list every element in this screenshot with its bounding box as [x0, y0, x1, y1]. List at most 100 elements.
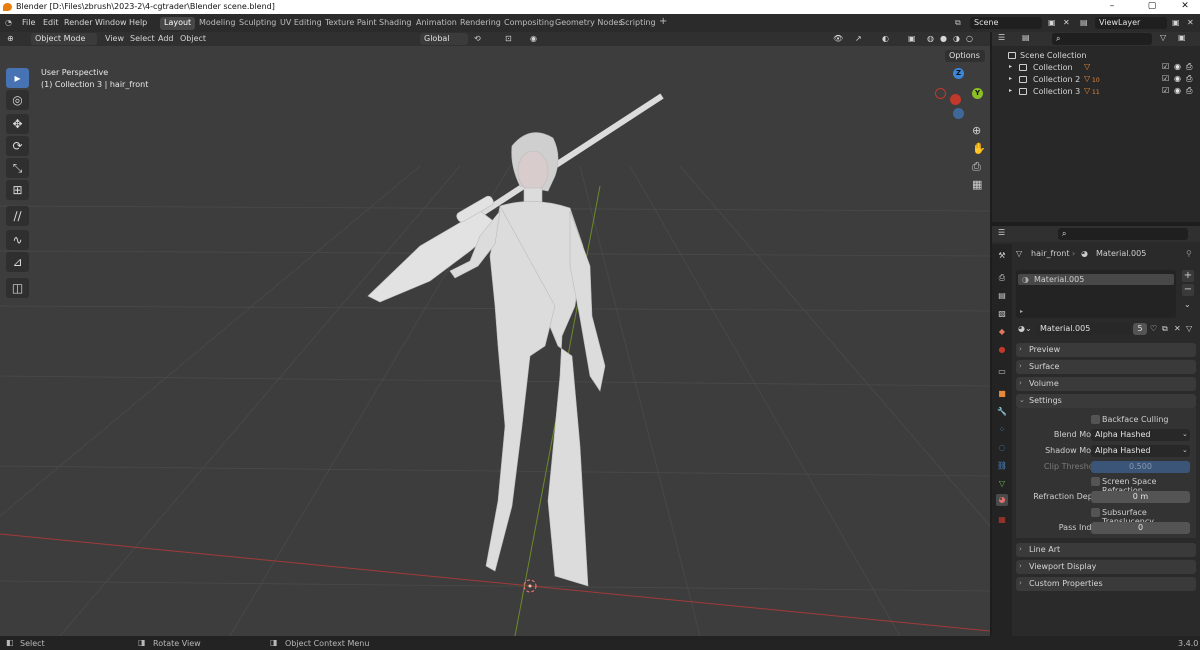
delete-scene-icon[interactable]: ✕ — [1063, 18, 1070, 27]
fake-user-icon[interactable]: ♡ — [1150, 324, 1157, 333]
outliner-item-collection[interactable]: ▸ Collection ▽ ☑ ◉ ⎙ — [996, 62, 1196, 74]
material-slot-list[interactable]: ◑ Material.005 ▸ — [1016, 270, 1176, 318]
modifier-tab-icon[interactable]: 🔧 — [996, 406, 1008, 418]
mode-selector[interactable]: Object Mode — [31, 33, 97, 45]
close-icon[interactable]: ✕ — [1170, 1, 1200, 11]
users-count[interactable]: 5 — [1133, 323, 1147, 335]
delete-viewlayer-icon[interactable]: ✕ — [1187, 18, 1194, 27]
properties-editor-icon[interactable]: ☰ — [998, 228, 1005, 237]
tool-tab-icon[interactable]: ⚒ — [996, 250, 1008, 262]
shadow-mode-select[interactable]: Alpha Hashed — [1091, 445, 1190, 457]
gizmo-neg-x-icon[interactable] — [935, 88, 946, 99]
tab-texture-paint[interactable]: Texture Paint — [321, 17, 381, 30]
expand-icon[interactable]: ▸ — [1009, 63, 1012, 70]
gizmo-y-icon[interactable]: Y — [972, 88, 983, 99]
menu-file[interactable]: File — [22, 18, 35, 27]
blend-mode-select[interactable]: Alpha Hashed — [1091, 429, 1190, 441]
subsurface-translucency-checkbox[interactable] — [1091, 508, 1100, 517]
annotate-tool[interactable]: ∕∕ — [6, 206, 29, 226]
3d-viewport[interactable]: User Perspective (1) Collection 3 | hair… — [0, 46, 990, 636]
select-box-tool[interactable]: ▸ — [6, 68, 29, 88]
view-layer-tab-icon[interactable]: ▧ — [996, 308, 1008, 320]
hide-eye-icon[interactable]: ◉ — [1174, 63, 1182, 71]
outliner-scene-collection[interactable]: Scene Collection — [996, 50, 1196, 62]
scale-tool[interactable]: ⤡ — [6, 158, 29, 178]
menu-view[interactable]: View — [105, 34, 124, 43]
transform-tool[interactable]: ⊞ — [6, 180, 29, 200]
object-tab-icon[interactable]: ■ — [996, 388, 1008, 400]
list-resize-icon[interactable]: ▸ — [1020, 308, 1023, 315]
menu-select[interactable]: Select — [130, 34, 155, 43]
tab-sculpting[interactable]: Sculpting — [235, 17, 280, 30]
hide-eye-icon[interactable]: ◉ — [1174, 87, 1182, 95]
texture-tab-icon[interactable]: ▦ — [996, 514, 1008, 526]
menu-object[interactable]: Object — [180, 34, 206, 43]
minimize-icon[interactable]: – — [1097, 1, 1127, 11]
material-tab-icon[interactable]: ◕ — [996, 494, 1008, 506]
tab-rendering[interactable]: Rendering — [456, 17, 505, 30]
solid-shading-icon[interactable]: ● — [940, 34, 947, 43]
proportional-edit-icon[interactable]: ◉ — [530, 34, 537, 43]
ortho-toggle-icon[interactable]: ▦ — [972, 178, 982, 191]
outliner-editor-icon[interactable]: ☰ — [998, 33, 1005, 42]
screen-space-refraction-checkbox[interactable] — [1091, 477, 1100, 486]
data-tab-icon[interactable]: ▽ — [996, 478, 1008, 490]
menu-edit[interactable]: Edit — [43, 18, 59, 27]
material-name-field[interactable]: Material.005 — [1036, 323, 1131, 335]
physics-tab-icon[interactable]: ◌ — [996, 442, 1008, 454]
menu-render[interactable]: Render — [64, 18, 92, 27]
tab-animation[interactable]: Animation — [412, 17, 461, 30]
panel-preview[interactable]: › Preview — [1016, 343, 1196, 357]
browse-material-icon[interactable]: ◕⌄ — [1018, 324, 1032, 333]
link-menu-icon[interactable]: ▽ — [1186, 324, 1192, 333]
slot-menu-icon[interactable]: ⌄ — [1184, 300, 1191, 309]
tab-compositing[interactable]: Compositing — [500, 17, 558, 30]
display-mode-icon[interactable]: ▤ — [1022, 33, 1030, 42]
viewlayer-selector[interactable]: ViewLayer — [1095, 17, 1167, 29]
properties-search-input[interactable]: ⌕ — [1058, 228, 1188, 240]
world-tab-icon[interactable]: ● — [996, 344, 1008, 356]
measure-tool[interactable]: ∿ — [6, 230, 29, 250]
panel-line-art[interactable]: › Line Art — [1016, 543, 1196, 557]
new-viewlayer-icon[interactable]: ▣ — [1172, 18, 1180, 27]
pivot-icon[interactable]: ⟲ — [474, 34, 481, 43]
hide-eye-icon[interactable]: ◉ — [1174, 75, 1182, 83]
panel-surface[interactable]: › Surface — [1016, 360, 1196, 374]
character-model[interactable] — [449, 132, 606, 587]
menu-help[interactable]: Help — [129, 18, 147, 27]
snap-icon[interactable]: ⊡ — [505, 34, 512, 43]
tab-modeling[interactable]: Modeling — [195, 17, 239, 30]
gizmo-neg-z-icon[interactable] — [953, 108, 964, 119]
maximize-icon[interactable]: ▢ — [1137, 1, 1167, 11]
panel-viewport-display[interactable]: › Viewport Display — [1016, 560, 1196, 574]
material-slot-row[interactable]: ◑ Material.005 — [1018, 274, 1174, 285]
remove-slot-button[interactable]: − — [1182, 284, 1194, 296]
pass-index-field[interactable]: 0 — [1091, 522, 1190, 534]
expand-icon[interactable]: ▸ — [1009, 87, 1012, 94]
overlay-toggle-icon[interactable]: ◐ — [882, 34, 889, 43]
panel-custom-properties[interactable]: › Custom Properties — [1016, 577, 1196, 591]
transform-orientation-selector[interactable]: Global — [420, 33, 468, 45]
particles-tab-icon[interactable]: ⁘ — [996, 424, 1008, 436]
add-workspace-icon[interactable]: + — [655, 15, 671, 28]
zoom-view-icon[interactable]: ⊕ — [972, 124, 981, 137]
gizmo-x-icon[interactable] — [950, 94, 961, 105]
pin-icon[interactable]: ⚲ — [1186, 249, 1192, 258]
move-tool[interactable]: ✥ — [6, 114, 29, 134]
render-camera-icon[interactable]: ⎙ — [1186, 87, 1194, 95]
tab-uv-editing[interactable]: UV Editing — [276, 17, 326, 30]
exclude-checkbox[interactable]: ☑ — [1162, 87, 1170, 95]
backface-culling-checkbox[interactable] — [1091, 415, 1100, 424]
cursor-tool[interactable]: ◎ — [6, 90, 29, 110]
constraints-tab-icon[interactable]: ⛓ — [996, 460, 1008, 472]
tab-layout[interactable]: Layout — [160, 17, 196, 30]
xray-icon[interactable]: ▣ — [908, 34, 916, 43]
panel-settings[interactable]: ⌄ Settings — [1016, 394, 1196, 408]
clip-threshold-slider[interactable]: 0.500 — [1091, 461, 1190, 473]
material-shading-icon[interactable]: ◑ — [953, 34, 960, 43]
tab-scripting[interactable]: Scripting — [616, 17, 660, 30]
outliner-item-collection-2[interactable]: ▸ Collection 2 ▽ 10 ☑ ◉ ⎙ — [996, 74, 1196, 86]
exclude-checkbox[interactable]: ☑ — [1162, 75, 1170, 83]
camera-view-icon[interactable]: ⎙ — [972, 160, 981, 174]
duplicate-material-icon[interactable]: ⧉ — [1162, 324, 1168, 334]
